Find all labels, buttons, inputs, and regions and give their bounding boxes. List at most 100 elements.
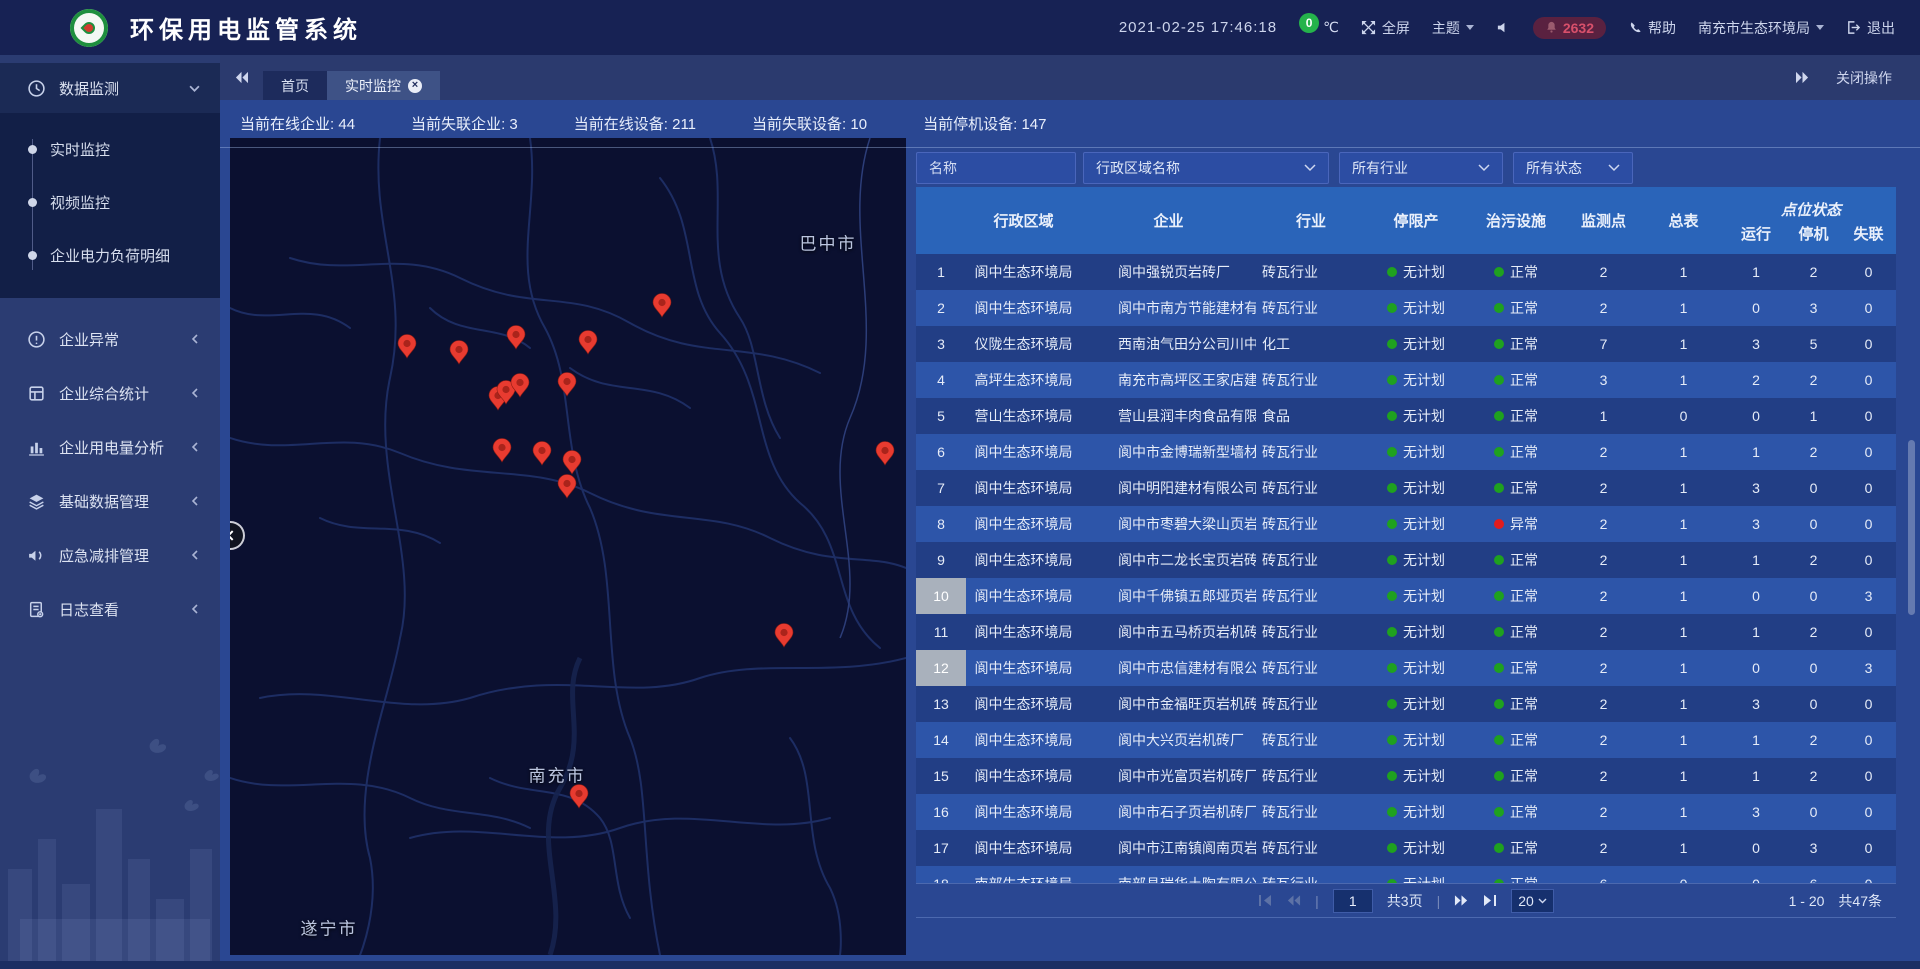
col-limit: 停限产 — [1366, 187, 1466, 254]
table-row[interactable]: 12 阆中生态环境局 阆中市忠信建材有限公 砖瓦行业 无计划 正常 2 1 0 … — [916, 650, 1896, 686]
table-row[interactable]: 1 阆中生态环境局 阆中强锐页岩砖厂 砖瓦行业 无计划 正常 2 1 1 2 0 — [916, 254, 1896, 290]
map-pin-icon[interactable] — [653, 294, 671, 318]
logout-button[interactable]: 退出 — [1846, 18, 1895, 38]
tab-home[interactable]: 首页 — [263, 71, 327, 100]
next-page-button[interactable] — [1454, 894, 1469, 907]
map-panel[interactable]: 巴中市南充市遂宁市 — [230, 138, 906, 955]
row-stopped: 3 — [1786, 830, 1841, 866]
map-pin-icon[interactable] — [450, 341, 468, 365]
map-pin-icon[interactable] — [558, 475, 576, 499]
first-page-button[interactable] — [1258, 894, 1272, 907]
row-meters: 1 — [1641, 794, 1726, 830]
table-row[interactable]: 9 阆中生态环境局 阆中市二龙长宝页岩砖 砖瓦行业 无计划 正常 2 1 1 2… — [916, 542, 1896, 578]
table-row[interactable]: 6 阆中生态环境局 阆中市金博瑞新型墙材 砖瓦行业 无计划 正常 2 1 1 2… — [916, 434, 1896, 470]
map-pin-icon[interactable] — [558, 373, 576, 397]
row-lost: 0 — [1841, 830, 1896, 866]
map-pin-icon[interactable] — [775, 624, 793, 648]
help-button[interactable]: 帮助 — [1628, 18, 1676, 38]
row-industry: 砖瓦行业 — [1256, 506, 1366, 542]
sidebar-item-video-monitor[interactable]: 视频监控 — [0, 176, 220, 229]
top-bar: 环保用电监管系统 2021-02-25 17:46:18 0 ℃ 全屏 主题 2… — [0, 0, 1920, 55]
table-row[interactable]: 3 仪陇生态环境局 西南油气田分公司川中 化工 无计划 正常 7 1 3 5 0 — [916, 326, 1896, 362]
close-icon[interactable]: × — [408, 79, 422, 93]
row-meters: 1 — [1641, 254, 1726, 290]
name-search-input[interactable] — [916, 152, 1076, 184]
row-company: 营山县润丰肉食品有限 — [1081, 398, 1256, 434]
map-pin-icon[interactable] — [398, 335, 416, 359]
org-dropdown[interactable]: 南充市生态环境局 — [1698, 18, 1824, 38]
chevron-down-icon — [1608, 164, 1620, 172]
fullscreen-button[interactable]: 全屏 — [1361, 18, 1410, 38]
row-index: 3 — [916, 326, 966, 362]
limit-status-dot — [1387, 807, 1397, 817]
map-pin-icon[interactable] — [563, 451, 581, 475]
table-row[interactable]: 2 阆中生态环境局 阆中市南方节能建材有 砖瓦行业 无计划 正常 2 1 0 3… — [916, 290, 1896, 326]
tabs-scroll-left-button[interactable] — [220, 55, 263, 100]
table-row[interactable]: 17 阆中生态环境局 阆中市江南镇阆南页岩 砖瓦行业 无计划 正常 2 1 0 … — [916, 830, 1896, 866]
table-row[interactable]: 18 南部生态环境局 南部县瑞华土陶有限公 砖瓦行业 无计划 正常 6 0 0 … — [916, 866, 1896, 883]
table-row[interactable]: 14 阆中生态环境局 阆中大兴页岩机砖厂 砖瓦行业 无计划 正常 2 1 1 2… — [916, 722, 1896, 758]
row-stopped: 2 — [1786, 434, 1841, 470]
last-page-button[interactable] — [1483, 894, 1497, 907]
sidebar-submenu: 实时监控 视频监控 企业电力负荷明细 — [0, 113, 220, 298]
theme-dropdown[interactable]: 主题 — [1432, 18, 1474, 38]
sidebar-item-realtime-monitor[interactable]: 实时监控 — [0, 123, 220, 176]
row-running: 0 — [1726, 578, 1786, 614]
page-number-input[interactable] — [1333, 889, 1373, 913]
map-pin-icon[interactable] — [570, 785, 588, 809]
sidebar-group-log-view[interactable]: 日志查看 — [0, 582, 220, 636]
temperature-unit: ℃ — [1323, 19, 1339, 36]
limit-status-dot — [1387, 519, 1397, 529]
map-pin-icon[interactable] — [579, 331, 597, 355]
table-row[interactable]: 8 阆中生态环境局 阆中市枣碧大梁山页岩 砖瓦行业 无计划 异常 2 1 3 0… — [916, 506, 1896, 542]
skyline-decoration — [0, 719, 220, 969]
region-select[interactable]: 行政区域名称 — [1083, 152, 1329, 184]
chevron-down-icon — [1816, 25, 1824, 30]
mute-button[interactable] — [1496, 20, 1511, 35]
status-select[interactable]: 所有状态 — [1513, 152, 1633, 184]
row-running: 0 — [1726, 866, 1786, 883]
table-row[interactable]: 11 阆中生态环境局 阆中市五马桥页岩机砖 砖瓦行业 无计划 正常 2 1 1 … — [916, 614, 1896, 650]
table-row[interactable]: 13 阆中生态环境局 阆中市金福旺页岩机砖 砖瓦行业 无计划 正常 2 1 3 … — [916, 686, 1896, 722]
tabs-scroll-right-button[interactable] — [1795, 55, 1810, 100]
row-meters: 1 — [1641, 686, 1726, 722]
facility-status-dot — [1494, 771, 1504, 781]
row-running: 1 — [1726, 758, 1786, 794]
row-points: 2 — [1566, 614, 1641, 650]
sidebar-group-data-monitoring[interactable]: 数据监测 — [0, 63, 220, 113]
row-meters: 0 — [1641, 866, 1726, 883]
industry-select[interactable]: 所有行业 — [1339, 152, 1503, 184]
map-pin-icon[interactable] — [876, 442, 894, 466]
sidebar-group-power-analysis[interactable]: 企业用电量分析 — [0, 420, 220, 474]
tab-realtime-monitor[interactable]: 实时监控 × — [327, 71, 440, 100]
stats-grid-icon — [27, 384, 46, 403]
row-running: 1 — [1726, 254, 1786, 290]
facility-status-dot — [1494, 267, 1504, 277]
notification-badge[interactable]: 2632 — [1533, 17, 1606, 39]
sidebar-group-enterprise-statistics[interactable]: 企业综合统计 — [0, 366, 220, 420]
table-row[interactable]: 16 阆中生态环境局 阆中市石子页岩机砖厂 砖瓦行业 无计划 正常 2 1 3 … — [916, 794, 1896, 830]
map-pin-icon[interactable] — [493, 439, 511, 463]
prev-page-button[interactable] — [1286, 894, 1301, 907]
row-limit: 无计划 — [1366, 758, 1466, 794]
table-row[interactable]: 10 阆中生态环境局 阆中千佛镇五郎垭页岩 砖瓦行业 无计划 正常 2 1 0 … — [916, 578, 1896, 614]
row-stopped: 0 — [1786, 470, 1841, 506]
row-facility: 正常 — [1466, 290, 1566, 326]
page-scrollbar[interactable] — [1908, 440, 1915, 615]
sidebar-group-enterprise-abnormal[interactable]: 企业异常 — [0, 312, 220, 366]
table-row[interactable]: 15 阆中生态环境局 阆中市光富页岩机砖厂 砖瓦行业 无计划 正常 2 1 1 … — [916, 758, 1896, 794]
table-row[interactable]: 4 高坪生态环境局 南充市高坪区王家店建 砖瓦行业 无计划 正常 3 1 2 2… — [916, 362, 1896, 398]
sidebar-group-base-data[interactable]: 基础数据管理 — [0, 474, 220, 528]
map-pin-icon[interactable] — [533, 442, 551, 466]
sidebar-item-power-load-detail[interactable]: 企业电力负荷明细 — [0, 229, 220, 282]
close-operations-button[interactable]: 关闭操作 — [1836, 68, 1892, 88]
row-limit: 无计划 — [1366, 398, 1466, 434]
map-pin-icon[interactable] — [507, 326, 525, 350]
page-size-select[interactable]: 20 — [1511, 889, 1554, 913]
row-lost: 0 — [1841, 722, 1896, 758]
chevron-down-icon — [1466, 25, 1474, 30]
table-row[interactable]: 7 阆中生态环境局 阆中明阳建材有限公司 砖瓦行业 无计划 正常 2 1 3 0… — [916, 470, 1896, 506]
row-stopped: 5 — [1786, 326, 1841, 362]
sidebar-group-emergency-reduction[interactable]: 应急减排管理 — [0, 528, 220, 582]
table-row[interactable]: 5 营山生态环境局 营山县润丰肉食品有限 食品 无计划 正常 1 0 0 1 0 — [916, 398, 1896, 434]
